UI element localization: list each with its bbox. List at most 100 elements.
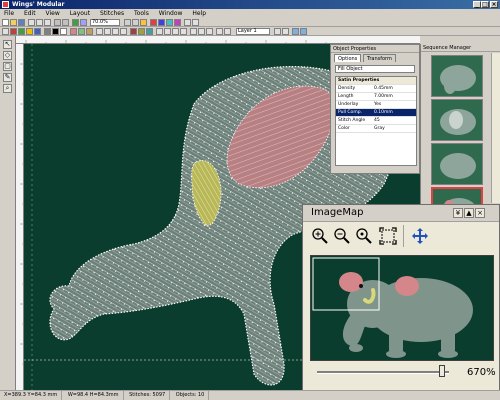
group-icon[interactable] bbox=[112, 28, 119, 35]
menu-tools[interactable]: Tools bbox=[130, 9, 153, 18]
collapse-button[interactable]: ▲ bbox=[464, 208, 474, 218]
properties-grid: Satin Properties Density 0.45mm Length 7.0… bbox=[335, 76, 417, 166]
print-icon[interactable] bbox=[184, 19, 191, 26]
trace-icon[interactable] bbox=[166, 19, 173, 26]
color-swatch-green-icon[interactable] bbox=[18, 28, 25, 35]
object-select[interactable]: Fill Object bbox=[335, 65, 415, 73]
stitch-icon[interactable] bbox=[72, 19, 79, 26]
minimize-button[interactable]: _ bbox=[473, 1, 481, 8]
scale-icon[interactable] bbox=[206, 28, 213, 35]
stop-icon[interactable] bbox=[150, 19, 157, 26]
window-title: Wings' Modular bbox=[12, 1, 65, 8]
copy-icon[interactable] bbox=[36, 19, 43, 26]
pan-icon[interactable] bbox=[411, 227, 429, 245]
thumbnail-object-2[interactable] bbox=[431, 99, 483, 141]
export-icon[interactable] bbox=[174, 19, 181, 26]
lock-icon[interactable] bbox=[216, 28, 223, 35]
save-icon[interactable] bbox=[18, 19, 25, 26]
property-row[interactable]: Color Gray bbox=[336, 125, 416, 133]
zoom-slider-knob[interactable] bbox=[439, 365, 445, 377]
color-swatch-tan-icon[interactable] bbox=[86, 28, 93, 35]
property-row[interactable]: Density 0.45mm bbox=[336, 85, 416, 93]
node-icon[interactable] bbox=[156, 28, 163, 35]
mirror-icon[interactable] bbox=[190, 28, 197, 35]
color-swatch-black-icon[interactable] bbox=[52, 28, 59, 35]
zoom-out-icon[interactable] bbox=[333, 227, 351, 245]
color-swatch-blue-icon[interactable] bbox=[34, 28, 41, 35]
open-icon[interactable] bbox=[10, 19, 17, 26]
pin-button[interactable]: ¥ bbox=[453, 208, 463, 218]
help-icon[interactable] bbox=[192, 19, 199, 26]
fill-icon[interactable] bbox=[130, 28, 137, 35]
thumbnail-object-1[interactable] bbox=[431, 55, 483, 97]
new-icon[interactable] bbox=[2, 19, 9, 26]
color-swatch-yellow-icon[interactable] bbox=[26, 28, 33, 35]
menu-file[interactable]: File bbox=[0, 9, 18, 18]
ruler-icon[interactable] bbox=[132, 19, 139, 26]
zoom-tool-icon[interactable]: ⌕ bbox=[3, 84, 12, 93]
satin-icon[interactable] bbox=[138, 28, 145, 35]
layer-add-icon[interactable] bbox=[274, 28, 281, 35]
grid-icon[interactable] bbox=[124, 19, 131, 26]
menu-view[interactable]: View bbox=[42, 9, 64, 18]
select-icon[interactable] bbox=[2, 28, 9, 35]
property-row[interactable]: Stitch Angle 45 bbox=[336, 117, 416, 125]
shape-icon[interactable] bbox=[180, 28, 187, 35]
imagemap-close-button[interactable]: × bbox=[475, 208, 485, 218]
property-row[interactable]: Underlay Yes bbox=[336, 101, 416, 109]
tab-options[interactable]: Options bbox=[334, 54, 362, 62]
run-icon[interactable] bbox=[146, 28, 153, 35]
rotate-icon[interactable] bbox=[198, 28, 205, 35]
zoom-in-icon[interactable] bbox=[311, 227, 329, 245]
menu-edit[interactable]: Edit bbox=[20, 9, 40, 18]
simulate-icon[interactable] bbox=[300, 28, 307, 35]
property-row[interactable]: Satin Properties bbox=[336, 77, 416, 85]
node-tool-icon[interactable]: ◇ bbox=[3, 51, 12, 60]
color-swatch-red-icon[interactable] bbox=[10, 28, 17, 35]
align-icon[interactable] bbox=[96, 28, 103, 35]
toolbar-separator bbox=[403, 225, 404, 247]
preview-icon[interactable] bbox=[292, 28, 299, 35]
horizontal-ruler-ticks bbox=[25, 40, 327, 43]
color-swatch-lightgreen-icon[interactable] bbox=[78, 28, 85, 35]
play-icon[interactable] bbox=[158, 19, 165, 26]
shape-tool-icon[interactable]: ▢ bbox=[3, 62, 12, 71]
close-button[interactable]: × bbox=[490, 1, 498, 8]
redo-icon[interactable] bbox=[62, 19, 69, 26]
color-swatch-gray-icon[interactable] bbox=[44, 28, 51, 35]
menu-stitches[interactable]: Stitches bbox=[96, 9, 128, 18]
format-toolbar: Layer 1 bbox=[0, 27, 500, 36]
zoom-slider[interactable] bbox=[317, 365, 449, 377]
zoom-icon[interactable] bbox=[80, 19, 87, 26]
imagemap-titlebar[interactable]: ImageMap ¥ ▲ × bbox=[303, 205, 499, 222]
bezier-icon[interactable] bbox=[164, 28, 171, 35]
thumbnail-object-3[interactable] bbox=[431, 143, 483, 185]
color-swatch-pink-icon[interactable] bbox=[70, 28, 77, 35]
status-size: W=98.4 H=84.3mm bbox=[64, 391, 124, 400]
fit-page-icon[interactable] bbox=[379, 227, 397, 245]
undo-icon[interactable] bbox=[54, 19, 61, 26]
menu-layout[interactable]: Layout bbox=[66, 9, 94, 18]
pointer-tool-icon[interactable]: ↖ bbox=[3, 40, 12, 49]
distribute-icon[interactable] bbox=[104, 28, 111, 35]
paste-icon[interactable] bbox=[44, 19, 51, 26]
pen-tool-icon[interactable]: ✎ bbox=[3, 73, 12, 82]
thumbnail-scrollbar[interactable] bbox=[491, 53, 500, 203]
maximize-button[interactable]: □ bbox=[481, 1, 489, 8]
ungroup-icon[interactable] bbox=[120, 28, 127, 35]
tab-transform[interactable]: Transform bbox=[363, 54, 396, 62]
zoom-select[interactable]: 70.0% bbox=[90, 19, 120, 26]
zoom-fit-icon[interactable] bbox=[355, 227, 373, 245]
color-swatch-white-icon[interactable] bbox=[60, 28, 67, 35]
text-icon[interactable] bbox=[172, 28, 179, 35]
cut-icon[interactable] bbox=[28, 19, 35, 26]
layer-remove-icon[interactable] bbox=[282, 28, 289, 35]
color-icon[interactable] bbox=[140, 19, 147, 26]
menu-window[interactable]: Window bbox=[155, 9, 187, 18]
menu-help[interactable]: Help bbox=[188, 9, 210, 18]
imagemap-preview[interactable] bbox=[310, 255, 494, 361]
property-row[interactable]: Length 7.00mm bbox=[336, 93, 416, 101]
property-row-selected[interactable]: Pull Comp. 0.10mm bbox=[336, 109, 416, 117]
hide-icon[interactable] bbox=[224, 28, 231, 35]
layer-select[interactable]: Layer 1 bbox=[236, 28, 270, 35]
